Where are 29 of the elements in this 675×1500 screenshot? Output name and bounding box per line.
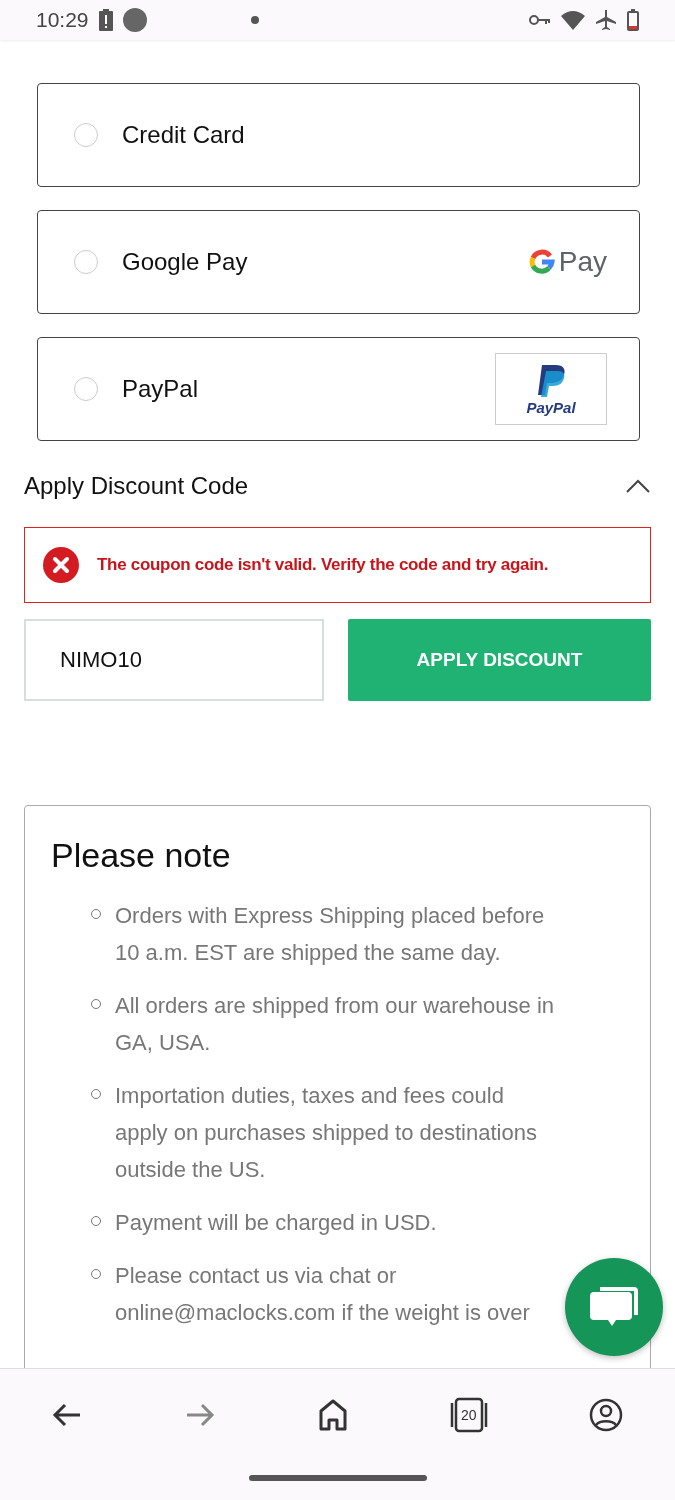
note-text: Orders with Express Shipping placed before 10 a.m. EST are shipped the same day. (115, 902, 546, 967)
dot-icon (251, 16, 259, 24)
wifi-icon (561, 10, 585, 30)
logo-text: Pay (558, 246, 607, 278)
key-icon (529, 14, 551, 26)
option-label: Credit Card (122, 121, 246, 149)
airplane-icon (595, 9, 617, 31)
note-text: Please contact us via chat or online@maclocks.com if the weight is over (115, 1262, 531, 1327)
section-title: Apply Discount Code (24, 472, 249, 500)
logo-text: PayPal (526, 398, 576, 416)
error-text: The coupon code isn't valid. Verify the code and try again. (97, 555, 549, 575)
option-label: PayPal (122, 375, 200, 403)
clock: 10:29 (36, 8, 89, 32)
circle-icon (122, 8, 147, 32)
google-g-icon (528, 249, 555, 275)
note-text: All orders are shipped from our warehouse in GA, USA. (115, 992, 555, 1057)
chat-button[interactable] (565, 1258, 663, 1356)
note-text: Payment will be charged in USD. (115, 1209, 437, 1237)
note-title: Please note (51, 836, 232, 875)
note-text: Importation duties, taxes and fees could apply on purchases shipped to destinations outside the US. (115, 1082, 538, 1184)
payment-option[interactable]: PayPal PayPal (37, 337, 640, 441)
payment-option[interactable]: Google Pay Pay (37, 210, 640, 314)
chevron-up-icon[interactable] (625, 478, 651, 494)
coupon-input-field[interactable]: NIMO10 (24, 619, 324, 701)
option-label: Google Pay (122, 248, 249, 276)
battery-alert-icon (98, 9, 113, 31)
error-icon (43, 547, 79, 583)
payment-option[interactable]: Credit Card (37, 83, 640, 187)
battery-icon (627, 9, 639, 31)
